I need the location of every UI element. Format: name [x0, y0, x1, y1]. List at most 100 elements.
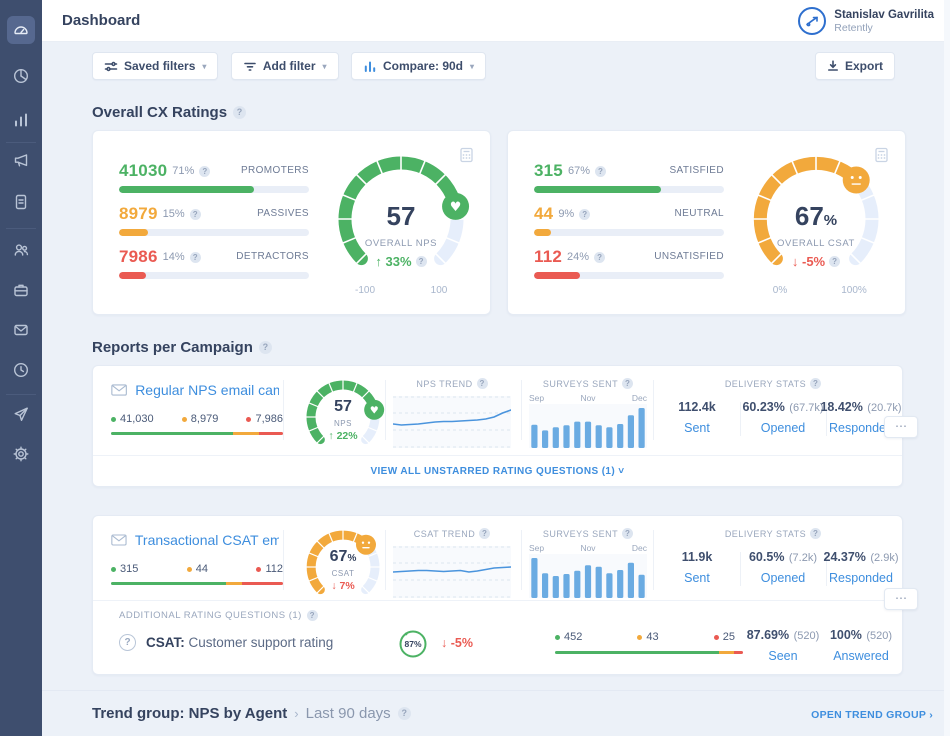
delivery-stats-label: DELIVERY STATS?	[653, 528, 893, 539]
question-prefix: CSAT:	[146, 635, 185, 650]
passives-label: PASSIVES	[257, 208, 309, 219]
sidebar-item-customers[interactable]	[7, 236, 35, 264]
sidebar-item-reports-pie[interactable]	[7, 62, 35, 90]
month-sep: Sep	[529, 543, 544, 553]
caret-down-icon: ▾	[202, 62, 206, 71]
compare-button[interactable]: Compare: 90d ▾	[351, 52, 486, 80]
divider	[653, 380, 654, 440]
calculator-icon[interactable]	[459, 147, 474, 163]
month-nov: Nov	[580, 543, 595, 553]
seen-paren: (520)	[794, 630, 820, 642]
sent-link[interactable]: Sent	[656, 421, 738, 435]
help-icon[interactable]: ?	[190, 252, 201, 263]
help-icon[interactable]: ?	[829, 256, 840, 267]
view-all-questions-link[interactable]: VIEW ALL UNSTARRED RATING QUESTIONS (1) …	[370, 466, 624, 477]
help-icon[interactable]: ?	[307, 610, 318, 621]
csat-gauge-max: 100%	[832, 285, 876, 296]
page-title: Dashboard	[62, 12, 140, 29]
toolbar: Saved filters ▾ Add filter ▾ Compare: 90…	[92, 52, 903, 80]
legend-unsatisfied: 25	[714, 631, 735, 643]
green-dot-icon	[111, 567, 116, 572]
divider	[283, 530, 284, 590]
calculator-icon[interactable]	[874, 147, 889, 163]
surveys-label-text: SURVEYS SENT	[543, 379, 618, 389]
seen-link[interactable]: Seen	[742, 649, 824, 663]
help-icon[interactable]: ?	[595, 166, 606, 177]
help-icon[interactable]: ?	[416, 256, 427, 267]
sidebar-item-outreach[interactable]	[7, 400, 35, 428]
export-button[interactable]: Export	[815, 52, 895, 80]
campaign-title-link[interactable]: Transactional CSAT email...	[135, 532, 279, 548]
help-icon[interactable]: ?	[622, 528, 633, 539]
help-icon[interactable]: ?	[594, 252, 605, 263]
campaign-more-button[interactable]: ⋯	[884, 588, 918, 610]
avatar	[798, 7, 826, 35]
responded-link[interactable]: Responded	[820, 571, 902, 585]
campaign-mini-gauge: ♥ 57 NPS ↑ 22%	[293, 370, 393, 462]
opened-link[interactable]: Opened	[742, 571, 824, 585]
help-icon[interactable]: ?	[398, 707, 411, 720]
question-stacked-bar	[555, 651, 743, 654]
question-text: CSAT: Customer support rating	[146, 635, 333, 650]
help-icon[interactable]: ?	[190, 209, 201, 220]
user-menu[interactable]: Stanislav Gavrilita Retently	[798, 7, 934, 35]
add-filter-label: Add filter	[263, 59, 316, 73]
sidebar-item-dashboard[interactable]	[7, 16, 35, 44]
trend-group-range: Last 90 days	[306, 705, 391, 722]
csat-value: 67	[795, 201, 824, 231]
sidebar-item-reports-bars[interactable]	[7, 106, 35, 134]
campaign-legend: 41,030 8,979 7,986	[111, 413, 283, 425]
user-name: Stanislav Gavrilita	[834, 9, 934, 22]
campaign-title-link[interactable]: Regular NPS email camp...	[135, 382, 279, 398]
surveys-bar-chart	[529, 554, 647, 598]
help-icon[interactable]: ?	[810, 528, 821, 539]
campaign-card-footer: VIEW ALL UNSTARRED RATING QUESTIONS (1) …	[93, 455, 902, 487]
help-icon[interactable]: ?	[233, 106, 246, 119]
document-icon	[11, 192, 31, 212]
sidebar-item-settings[interactable]	[7, 440, 35, 468]
divider	[385, 530, 386, 590]
month-dec: Dec	[632, 543, 647, 553]
sidebar-item-templates[interactable]	[7, 188, 35, 216]
detractors-bar-fill	[119, 272, 146, 279]
sent-link[interactable]: Sent	[656, 571, 738, 585]
help-icon[interactable]: ?	[477, 378, 488, 389]
opened-paren: (67.7k)	[789, 402, 823, 414]
sidebar-item-history[interactable]	[7, 356, 35, 384]
saved-filters-button[interactable]: Saved filters ▾	[92, 52, 218, 80]
sidebar-divider	[6, 394, 36, 395]
satisfied-label: SATISFIED	[669, 165, 724, 176]
help-icon[interactable]: ?	[479, 528, 490, 539]
seen-value: 87.69%	[747, 628, 789, 642]
q-legend-red-value: 25	[723, 631, 735, 643]
sliders-icon	[104, 60, 118, 73]
satisfied-value: 315	[534, 161, 563, 181]
nps-delta: ↑ 33%?	[375, 254, 426, 269]
sidebar-item-surveys[interactable]	[7, 316, 35, 344]
clock-icon	[11, 360, 31, 380]
detractors-value: 7986	[119, 247, 158, 267]
legend-satisfied: 452	[555, 631, 582, 643]
users-icon	[11, 240, 31, 260]
opened-link[interactable]: Opened	[742, 421, 824, 435]
delivery-label-text: DELIVERY STATS	[725, 529, 806, 539]
help-icon[interactable]: ?	[810, 378, 821, 389]
red-dot-icon	[256, 567, 261, 572]
sidebar-item-company[interactable]	[7, 276, 35, 304]
campaign-more-button[interactable]: ⋯	[884, 416, 918, 438]
answered-link[interactable]: Answered	[820, 649, 902, 663]
neutral-pct: 9%	[558, 208, 574, 220]
open-trend-group-link[interactable]: OPEN TREND GROUP ›	[811, 709, 933, 721]
help-icon[interactable]: ?	[259, 341, 272, 354]
help-icon[interactable]: ?	[579, 209, 590, 220]
stat-responded: 24.37% (2.9k) Responded	[820, 548, 902, 585]
scrollbar[interactable]	[944, 0, 950, 736]
question-legend: 452 43 25	[555, 631, 735, 643]
sidebar-item-campaigns[interactable]	[7, 146, 35, 174]
orange-dot-icon	[182, 417, 187, 422]
promoters-label: PROMOTERS	[241, 165, 309, 176]
add-filter-button[interactable]: Add filter ▾	[231, 52, 339, 80]
help-icon[interactable]: ?	[199, 166, 210, 177]
csat-gauge-label: OVERALL CSAT	[777, 238, 855, 249]
help-icon[interactable]: ?	[622, 378, 633, 389]
